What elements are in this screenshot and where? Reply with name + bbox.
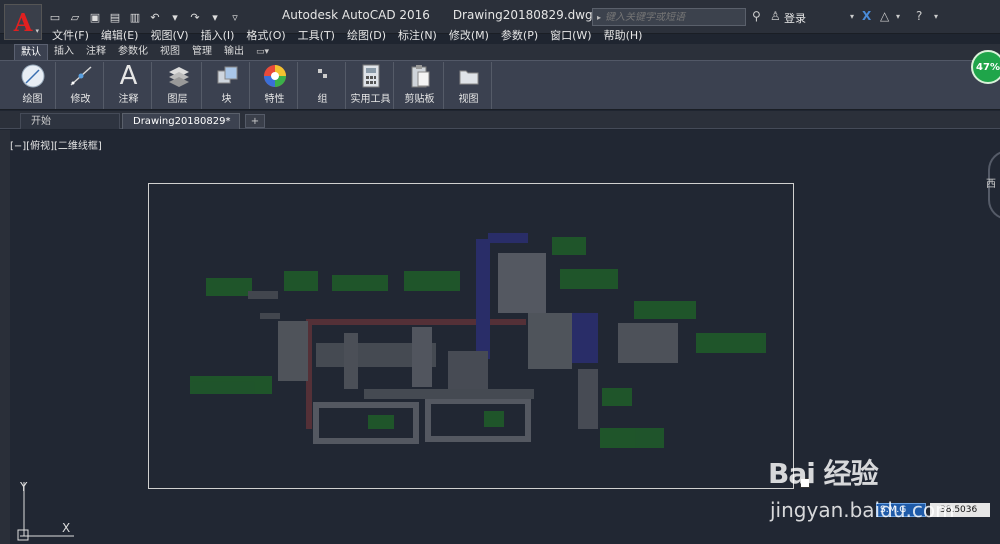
undo-dropdown-icon[interactable]: ▾ bbox=[166, 8, 184, 26]
ucs-y-label: Y bbox=[20, 480, 28, 494]
autocad-logo-icon: A bbox=[13, 7, 33, 37]
group-icon bbox=[314, 62, 332, 90]
application-menu-button[interactable]: A ▾ bbox=[4, 4, 42, 40]
calculator-icon bbox=[360, 62, 382, 90]
customize-qat-icon[interactable]: ▿ bbox=[226, 8, 244, 26]
layers-button[interactable]: 图层 bbox=[154, 62, 202, 109]
login-link[interactable]: 登录 bbox=[784, 10, 806, 26]
menu-draw[interactable]: 绘图(D) bbox=[341, 28, 392, 44]
color-wheel-icon bbox=[262, 62, 288, 90]
menu-format[interactable]: 格式(O) bbox=[240, 28, 291, 44]
tab-insert[interactable]: 插入 bbox=[48, 44, 80, 60]
text-a-icon: A bbox=[119, 61, 138, 91]
view-button[interactable]: 视图 bbox=[446, 62, 492, 109]
chevron-down-icon: ▾ bbox=[35, 27, 39, 35]
tab-view[interactable]: 视图 bbox=[154, 44, 186, 60]
menu-window[interactable]: 窗口(W) bbox=[544, 28, 597, 44]
open-folder-icon[interactable]: ▱ bbox=[66, 8, 84, 26]
binoculars-icon[interactable]: ⚲ bbox=[752, 9, 761, 23]
quick-access-toolbar: ▭ ▱ ▣ ▤ ▥ ↶ ▾ ↷ ▾ ▿ bbox=[46, 8, 244, 26]
redo-dropdown-icon[interactable]: ▾ bbox=[206, 8, 224, 26]
performance-meter-badge: 47% bbox=[971, 50, 1000, 84]
properties-button[interactable]: 特性 bbox=[252, 62, 298, 109]
block-button[interactable]: 块 bbox=[204, 62, 250, 109]
search-input[interactable] bbox=[605, 11, 740, 23]
new-file-icon[interactable]: ▭ bbox=[46, 8, 64, 26]
layers-icon bbox=[165, 62, 191, 90]
menu-insert[interactable]: 插入(I) bbox=[195, 28, 241, 44]
tab-annotate[interactable]: 注释 bbox=[80, 44, 112, 60]
search-box[interactable]: ▸ bbox=[592, 8, 746, 26]
tab-drawing[interactable]: Drawing20180829* × bbox=[122, 113, 240, 143]
menu-file[interactable]: 文件(F) bbox=[46, 28, 95, 44]
file-tabs-bar: 开始 Drawing20180829* × + bbox=[0, 111, 1000, 143]
new-tab-button[interactable]: + bbox=[245, 114, 265, 128]
menu-help[interactable]: 帮助(H) bbox=[598, 28, 649, 44]
menu-bar: 文件(F) 编辑(E) 视图(V) 插入(I) 格式(O) 工具(T) 绘图(D… bbox=[46, 28, 648, 44]
save-icon[interactable]: ▣ bbox=[86, 8, 104, 26]
menu-parametric[interactable]: 参数(P) bbox=[495, 28, 544, 44]
viewport-controls-label[interactable]: [−][俯视][二维线框] bbox=[10, 137, 102, 152]
user-icon[interactable]: ♙ bbox=[770, 9, 781, 23]
menu-edit[interactable]: 编辑(E) bbox=[95, 28, 145, 44]
canvas-left-edge bbox=[0, 130, 10, 544]
utilities-button[interactable]: 实用工具 bbox=[348, 62, 394, 109]
baidu-watermark-url: jingyan.baidu.com bbox=[770, 498, 955, 522]
tab-home[interactable]: 默认 bbox=[14, 44, 48, 60]
exchange-icon[interactable]: X bbox=[862, 9, 871, 23]
annotate-button[interactable]: A 注释 bbox=[106, 61, 152, 109]
login-dropdown-icon[interactable]: ▾ bbox=[850, 12, 854, 21]
window-title: Autodesk AutoCAD 2016 Drawing20180829.dw… bbox=[282, 8, 593, 22]
tab-parametric[interactable]: 参数化 bbox=[112, 44, 154, 60]
help-icon[interactable]: ? bbox=[916, 9, 922, 23]
undo-icon[interactable]: ↶ bbox=[146, 8, 164, 26]
menu-tools[interactable]: 工具(T) bbox=[292, 28, 341, 44]
search-expand-icon[interactable]: ▸ bbox=[593, 13, 605, 22]
print-icon[interactable]: ▥ bbox=[126, 8, 144, 26]
modify-icon bbox=[68, 62, 94, 90]
modify-button[interactable]: 修改 bbox=[58, 62, 104, 109]
baidu-watermark: Bai 经验 bbox=[768, 457, 879, 490]
ucs-x-label: X bbox=[62, 521, 71, 535]
tab-start[interactable]: 开始 bbox=[20, 113, 120, 129]
a360-dropdown-icon[interactable]: ▾ bbox=[896, 12, 900, 21]
tab-manage[interactable]: 管理 bbox=[186, 44, 218, 60]
folder-view-icon bbox=[457, 62, 481, 90]
ribbon-tabs: 默认 插入 注释 参数化 视图 管理 输出 ▭▾ bbox=[0, 44, 1000, 60]
viewport-frame bbox=[148, 183, 794, 489]
viewcube-west-label[interactable]: 西 bbox=[986, 175, 996, 190]
draw-icon bbox=[20, 62, 46, 90]
ribbon: 绘图 修改 A 注释 图层 块 特性 组 实用工具 剪贴板 视图 bbox=[0, 60, 1000, 110]
clipboard-icon bbox=[409, 62, 431, 90]
help-dropdown-icon[interactable]: ▾ bbox=[934, 12, 938, 21]
menu-dimension[interactable]: 标注(N) bbox=[392, 28, 443, 44]
a360-icon[interactable]: △ bbox=[880, 9, 889, 23]
clipboard-button[interactable]: 剪贴板 bbox=[396, 62, 444, 109]
groups-button[interactable]: 组 bbox=[300, 62, 346, 109]
block-icon bbox=[214, 62, 240, 90]
draw-button[interactable]: 绘图 bbox=[10, 62, 56, 109]
menu-modify[interactable]: 修改(M) bbox=[443, 28, 495, 44]
redo-icon[interactable]: ↷ bbox=[186, 8, 204, 26]
ribbon-minimize-icon[interactable]: ▭▾ bbox=[250, 44, 275, 60]
tab-output[interactable]: 输出 bbox=[218, 44, 250, 60]
save-as-icon[interactable]: ▤ bbox=[106, 8, 124, 26]
menu-view[interactable]: 视图(V) bbox=[144, 28, 194, 44]
